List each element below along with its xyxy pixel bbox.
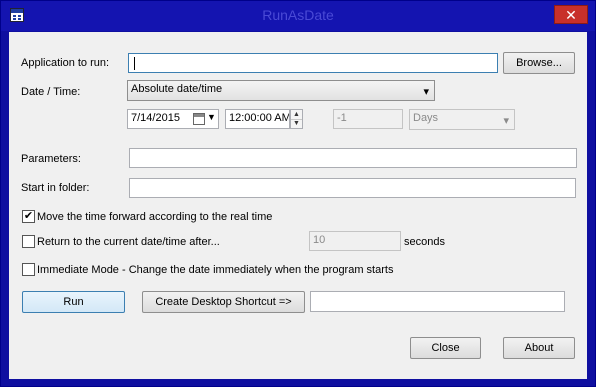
start-folder-input[interactable]	[129, 178, 576, 198]
chevron-down-icon[interactable]: ▼	[207, 112, 216, 122]
about-button[interactable]: About	[503, 337, 575, 359]
move-forward-label[interactable]: Move the time forward according to the r…	[37, 211, 272, 223]
spin-down-icon[interactable]: ▼	[291, 119, 302, 128]
time-spinner[interactable]: ▲ ▼	[290, 109, 303, 129]
seconds-label: seconds	[404, 236, 445, 248]
date-picker[interactable]: 7/14/2015 ▼	[127, 109, 219, 129]
immediate-mode-checkbox[interactable]	[22, 263, 35, 276]
datetime-mode-select[interactable]: Absolute date/time ▾	[127, 80, 435, 101]
return-current-label[interactable]: Return to the current date/time after...	[37, 236, 220, 248]
start-folder-label: Start in folder:	[21, 182, 90, 194]
shortcut-name-input[interactable]	[310, 291, 565, 312]
application-label: Application to run:	[21, 57, 110, 69]
browse-button[interactable]: Browse...	[503, 52, 575, 74]
parameters-input[interactable]	[129, 148, 577, 168]
return-current-checkbox[interactable]	[22, 235, 35, 248]
chevron-down-icon: ▾	[423, 86, 429, 98]
calendar-icon[interactable]	[193, 113, 205, 125]
offset-unit-select: Days ▾	[409, 109, 515, 130]
window-title: RunAsDate	[262, 7, 334, 23]
window-close-icon[interactable]: ✕	[554, 5, 588, 24]
runasdate-window: RunAsDate ✕ Application to run: Browse..…	[0, 0, 596, 387]
application-input[interactable]	[128, 53, 498, 73]
immediate-mode-label[interactable]: Immediate Mode - Change the date immedia…	[37, 264, 393, 276]
close-button[interactable]: Close	[410, 337, 481, 359]
run-button[interactable]: Run	[22, 291, 125, 313]
offset-input: -1	[333, 109, 403, 129]
move-forward-checkbox[interactable]: ✔	[22, 210, 35, 223]
text-caret	[134, 57, 135, 70]
datetime-label: Date / Time:	[21, 86, 81, 98]
create-shortcut-button[interactable]: Create Desktop Shortcut =>	[142, 291, 305, 313]
dialog-body: Application to run: Browse... Date / Tim…	[9, 32, 587, 379]
seconds-input: 10	[309, 231, 401, 251]
time-input[interactable]: 12:00:00 AM	[225, 109, 290, 129]
title-bar[interactable]: RunAsDate ✕	[1, 1, 595, 31]
parameters-label: Parameters:	[21, 153, 81, 165]
chevron-down-icon: ▾	[503, 115, 509, 127]
